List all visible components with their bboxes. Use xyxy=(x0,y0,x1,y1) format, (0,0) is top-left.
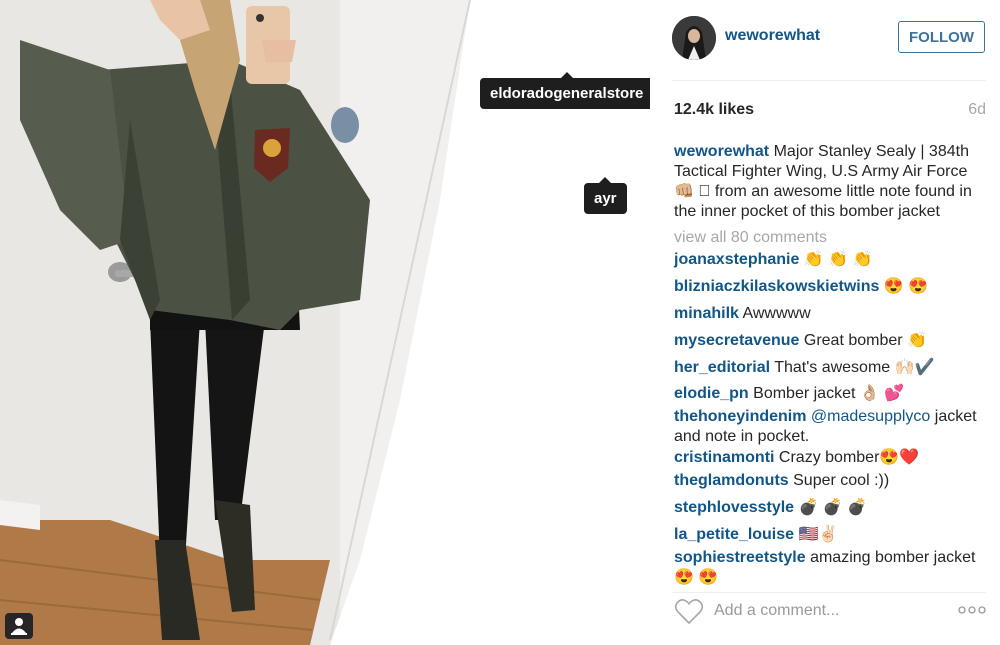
likes-count[interactable]: 12.4k likes xyxy=(674,101,754,119)
comment-username[interactable]: thehoneyindenim xyxy=(674,408,806,425)
comment-item: theglamdonuts Super cool :)) xyxy=(674,471,979,491)
comment-item: joanaxstephanie 👏 👏 👏 xyxy=(674,250,979,270)
comment-username[interactable]: la_petite_louise xyxy=(674,526,794,543)
comment-item: minahilk Awwwww xyxy=(674,304,979,324)
post-header: weworewhat FOLLOW xyxy=(650,0,1000,80)
comment-username[interactable]: mysecretavenue xyxy=(674,332,799,349)
comment-username[interactable]: blizniaczkilaskowskietwins xyxy=(674,278,879,295)
comment-text: Crazy bomber😍❤️ xyxy=(778,449,920,466)
user-tag-icon[interactable] xyxy=(5,613,33,639)
comment-item: cristinamonti Crazy bomber😍❤️ xyxy=(674,448,979,468)
comment-mention[interactable]: @madesupplyco xyxy=(811,408,930,425)
comment-item: her_editorial That's awesome 🙌🏻✔️ xyxy=(674,358,979,378)
post-caption: weworewhat Major Stanley Sealy | 384th T… xyxy=(674,142,979,222)
product-tag-eldoradogeneralstore[interactable]: eldoradogeneralstore xyxy=(480,72,650,109)
comment-item: sophiestreetstyle amazing bomber jacket … xyxy=(674,548,979,588)
comment-text: Great bomber 👏 xyxy=(803,332,927,349)
author-username[interactable]: weworewhat xyxy=(725,27,820,45)
more-options-icon[interactable] xyxy=(958,603,986,617)
avatar-image xyxy=(672,16,716,60)
comment-text: 😍 😍 xyxy=(883,278,929,295)
heart-outline-icon[interactable] xyxy=(674,598,704,625)
post-photo[interactable]: eldoradogeneralstore ayr xyxy=(0,0,650,645)
avatar[interactable] xyxy=(672,16,716,60)
comment-item: blizniaczkilaskowskietwins 😍 😍 xyxy=(674,277,979,297)
follow-button[interactable]: FOLLOW xyxy=(898,21,985,53)
footer-divider xyxy=(672,592,986,593)
comment-username[interactable]: theglamdonuts xyxy=(674,472,789,489)
header-divider xyxy=(672,80,986,81)
comment-text: 👏 👏 👏 xyxy=(803,251,873,268)
add-comment-input[interactable] xyxy=(714,598,914,624)
comment-item: mysecretavenue Great bomber 👏 xyxy=(674,331,979,351)
comment-item: stephlovesstyle 💣 💣 💣 xyxy=(674,498,979,518)
comment-username[interactable]: sophiestreetstyle xyxy=(674,549,806,566)
comment-text: Awwwww xyxy=(742,305,811,322)
comment-username[interactable]: cristinamonti xyxy=(674,449,774,466)
comment-text: 💣 💣 💣 xyxy=(798,499,868,516)
comment-text: That's awesome 🙌🏻✔️ xyxy=(774,359,935,376)
comment-text: Bomber jacket 👌🏼 💕 xyxy=(753,385,905,402)
comment-username[interactable]: stephlovesstyle xyxy=(674,499,794,516)
comment-item: thehoneyindenim @madesupplyco jacket and… xyxy=(674,407,979,447)
post-sidebar: weworewhat FOLLOW 12.4k likes 6d weworew… xyxy=(650,0,1000,645)
like-heart-graphic xyxy=(674,599,704,624)
comment-text: 🇺🇸✌🏻 xyxy=(798,526,839,543)
comment-list: joanaxstephanie 👏 👏 👏 blizniaczkilaskows… xyxy=(674,250,979,588)
comment-username[interactable]: elodie_pn xyxy=(674,385,749,402)
comment-username[interactable]: joanaxstephanie xyxy=(674,251,799,268)
ellipsis-graphic xyxy=(958,606,986,614)
comment-username[interactable]: her_editorial xyxy=(674,359,770,376)
comment-username[interactable]: minahilk xyxy=(674,305,739,322)
view-all-comments-link[interactable]: view all 80 comments xyxy=(674,229,827,247)
post-age[interactable]: 6d xyxy=(968,101,986,119)
comment-item: elodie_pn Bomber jacket 👌🏼 💕 xyxy=(674,384,979,404)
caption-username[interactable]: weworewhat xyxy=(674,143,769,160)
person-silhouette-icon xyxy=(11,618,27,635)
comment-item: la_petite_louise 🇺🇸✌🏻 xyxy=(674,525,979,545)
comment-text: Super cool :)) xyxy=(793,472,890,489)
product-tag-ayr[interactable]: ayr xyxy=(584,177,627,214)
